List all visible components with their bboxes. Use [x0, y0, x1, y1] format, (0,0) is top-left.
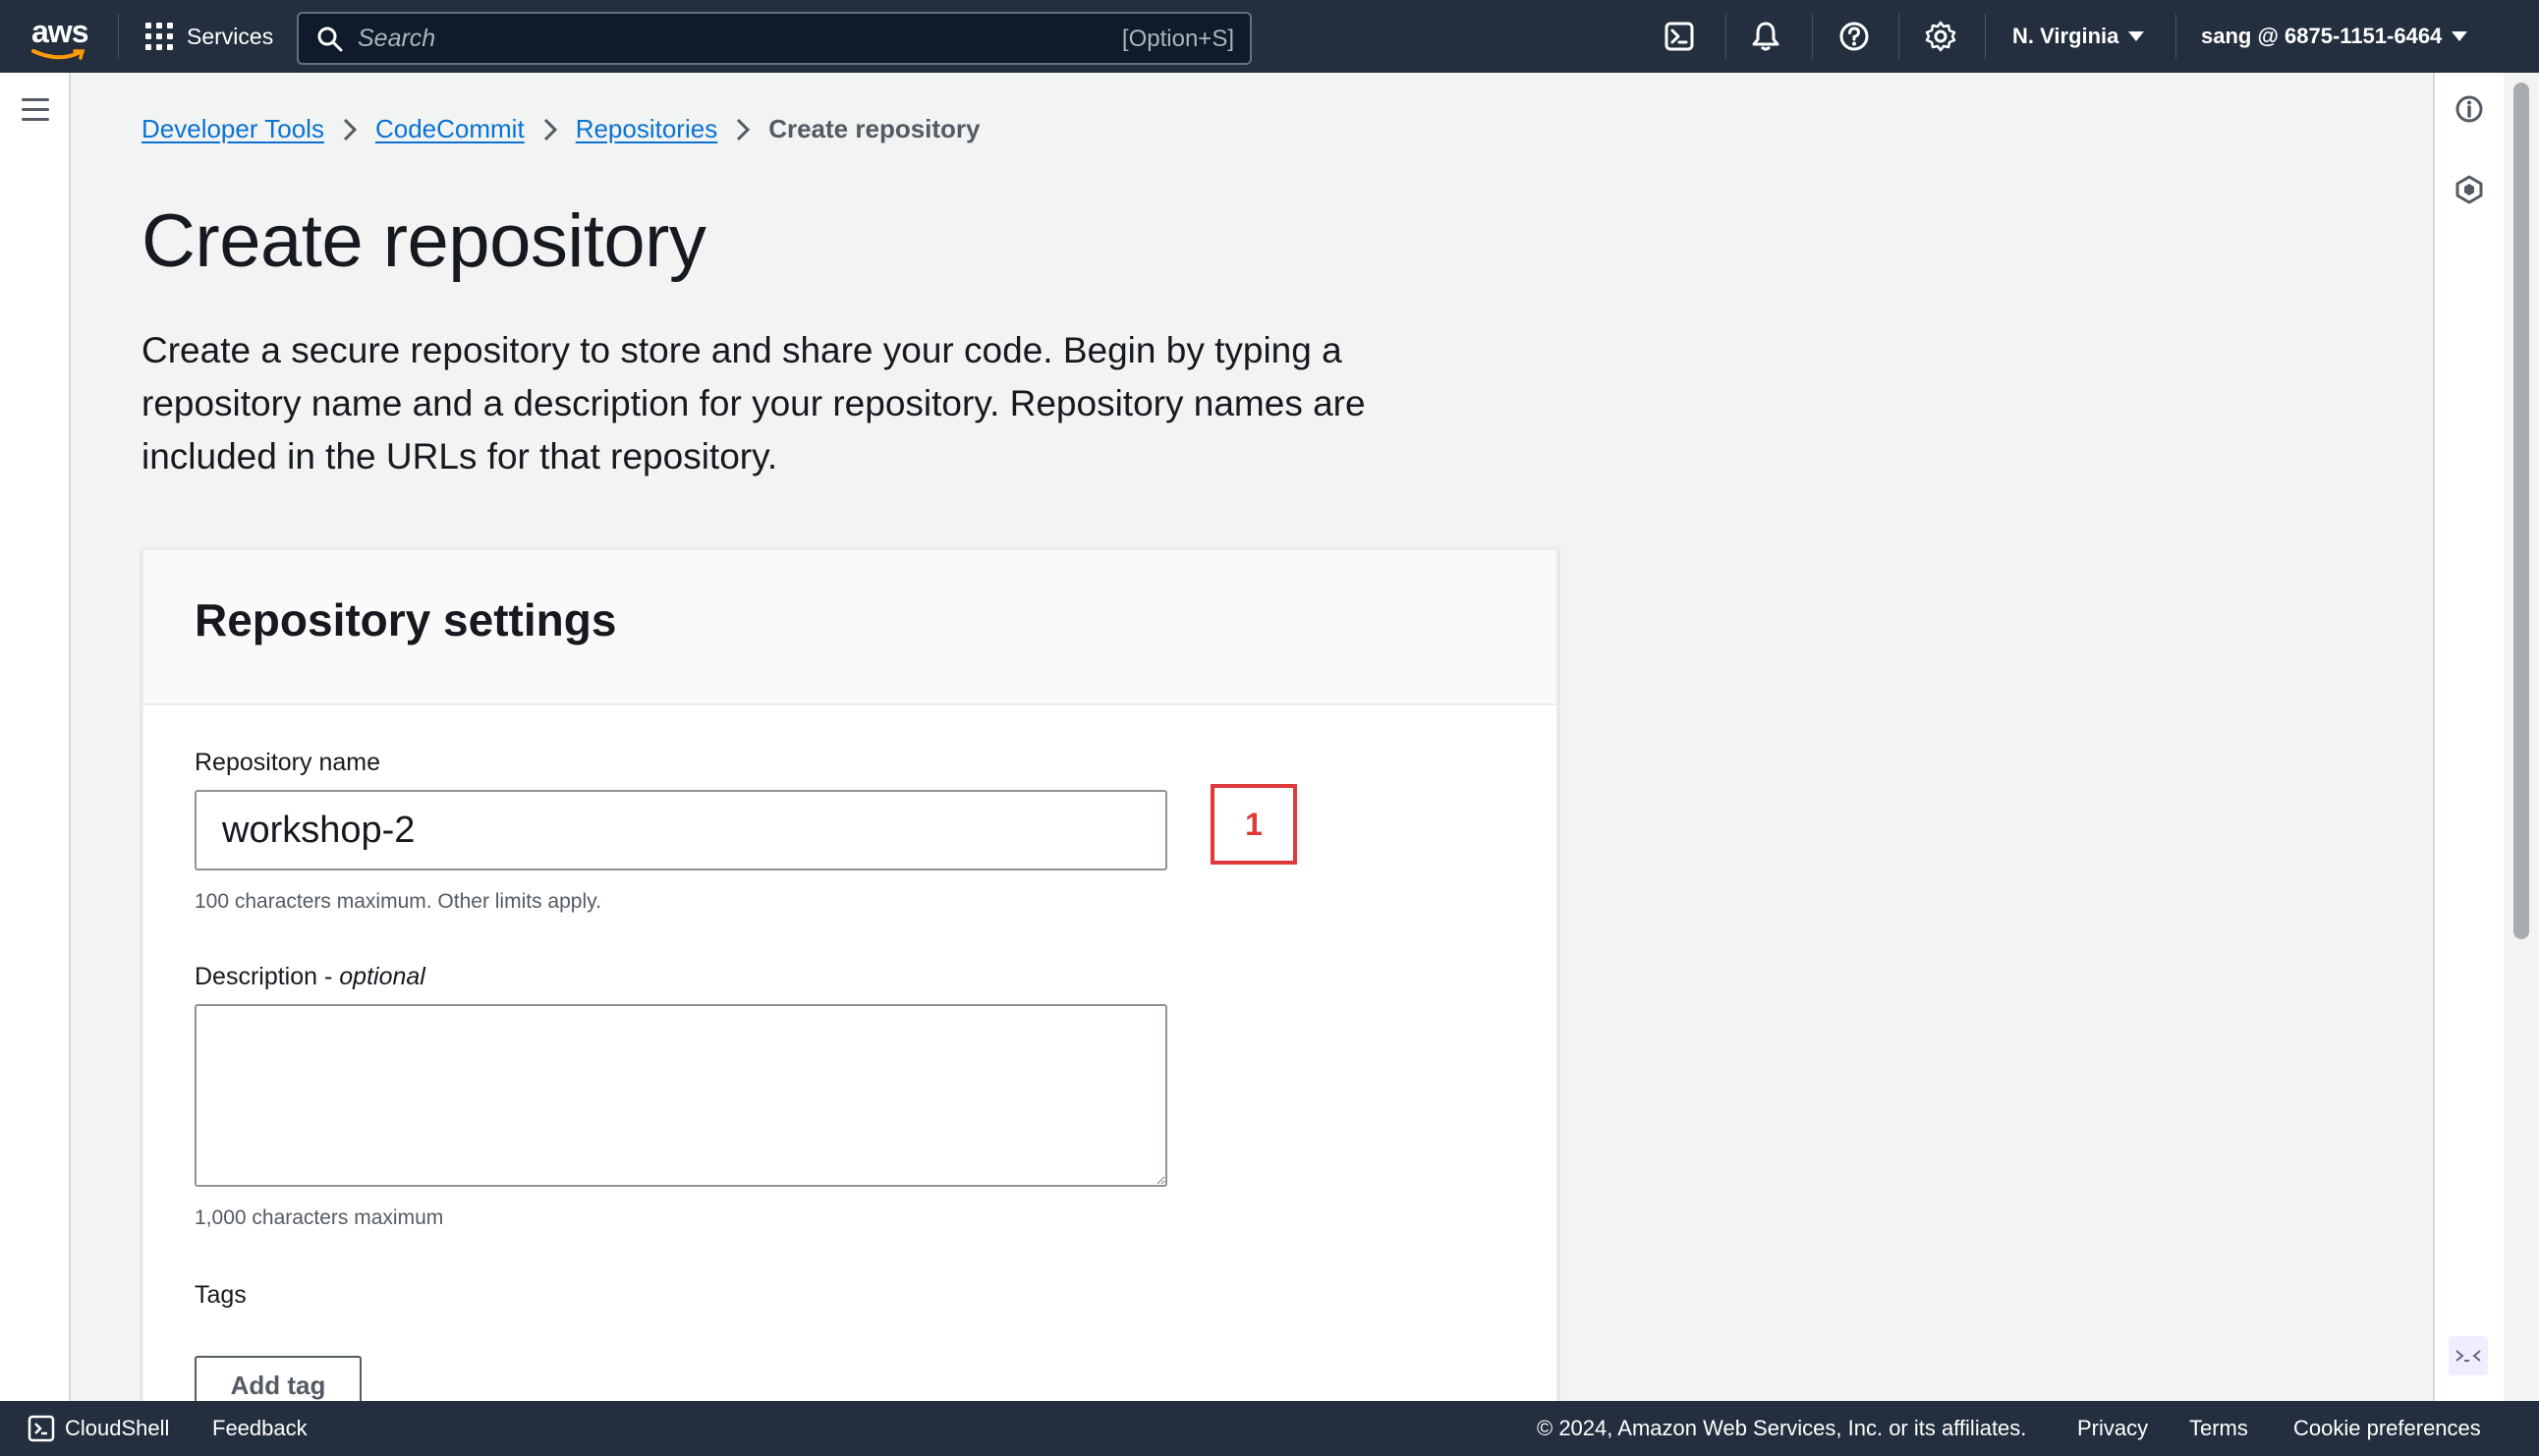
repository-name-label: Repository name	[195, 749, 380, 776]
q-assistant-icon[interactable]	[2449, 1336, 2488, 1375]
cookie-preferences-link[interactable]: Cookie preferences	[2293, 1401, 2481, 1456]
account-label: sang @ 6875-1151-6464	[2201, 24, 2443, 48]
description-label-text: Description -	[195, 963, 340, 990]
cloudshell-label: CloudShell	[65, 1416, 170, 1440]
search-shortcut-hint: [Option+S]	[1121, 26, 1234, 52]
chevron-right-icon	[542, 117, 558, 142]
search-input[interactable]	[358, 22, 1045, 55]
info-icon[interactable]	[2453, 92, 2486, 126]
cloudshell-icon	[28, 1415, 55, 1442]
add-tag-button[interactable]: Add tag	[195, 1356, 362, 1401]
copyright-text: © 2024, Amazon Web Services, Inc. or its…	[1537, 1416, 2027, 1440]
description-hint: 1,000 characters maximum	[195, 1206, 444, 1229]
breadcrumb-repositories[interactable]: Repositories	[576, 114, 718, 144]
nav-divider	[2175, 14, 2176, 59]
search-icon	[317, 27, 343, 52]
nav-divider	[118, 14, 119, 59]
nav-divider	[1985, 14, 1986, 59]
nav-divider	[1898, 14, 1899, 59]
annotation-marker: 1	[1211, 784, 1297, 865]
apps-grid-icon	[145, 23, 173, 50]
nav-divider	[1812, 14, 1813, 59]
chevron-right-icon	[342, 117, 358, 142]
breadcrumb-codecommit[interactable]: CodeCommit	[375, 114, 525, 144]
left-rail	[0, 73, 71, 1401]
right-rail	[2433, 73, 2504, 1401]
aws-smile-icon	[31, 49, 85, 60]
privacy-link[interactable]: Privacy	[2077, 1401, 2148, 1456]
breadcrumb: Developer Tools CodeCommit Repositories …	[141, 114, 981, 144]
account-menu[interactable]: sang @ 6875-1151-6464	[2201, 0, 2468, 73]
description-label: Description - optional	[195, 963, 425, 991]
vertical-scrollbar[interactable]	[2504, 73, 2539, 1401]
search-box[interactable]: [Option+S]	[297, 12, 1252, 65]
chevron-right-icon	[735, 117, 751, 142]
services-menu-button[interactable]: Services	[145, 0, 273, 73]
region-selector[interactable]: N. Virginia	[2012, 0, 2145, 73]
repository-name-input[interactable]	[195, 790, 1167, 870]
description-textarea[interactable]	[195, 1004, 1167, 1187]
gear-icon[interactable]	[1924, 20, 1957, 53]
chevron-down-icon	[2452, 31, 2468, 41]
top-navigation: aws Services [Option+S]	[0, 0, 2539, 73]
hexagon-icon[interactable]	[2453, 173, 2486, 206]
terms-link[interactable]: Terms	[2189, 1401, 2248, 1456]
footer: CloudShell Feedback © 2024, Amazon Web S…	[0, 1401, 2539, 1456]
description-optional-tag: optional	[339, 963, 425, 990]
page-title: Create repository	[141, 199, 706, 283]
cloudshell-button[interactable]: CloudShell	[28, 1401, 169, 1456]
bell-icon[interactable]	[1749, 20, 1782, 53]
breadcrumb-current: Create repository	[768, 114, 981, 143]
panel-header: Repository settings	[143, 550, 1556, 705]
main-content: Developer Tools CodeCommit Repositories …	[73, 73, 2433, 1401]
aws-logo-text: aws	[31, 14, 88, 49]
tags-label: Tags	[195, 1281, 247, 1309]
scrollbar-thumb[interactable]	[2510, 79, 2533, 943]
repository-name-hint: 100 characters maximum. Other limits app…	[195, 890, 601, 913]
feedback-link[interactable]: Feedback	[212, 1401, 308, 1456]
page-description: Create a secure repository to store and …	[141, 330, 1366, 476]
menu-icon[interactable]	[22, 98, 49, 128]
chevron-down-icon	[2128, 31, 2145, 41]
region-label: N. Virginia	[2012, 24, 2119, 48]
panel-title: Repository settings	[195, 594, 617, 645]
services-label: Services	[187, 23, 274, 49]
breadcrumb-developer-tools[interactable]: Developer Tools	[141, 114, 324, 144]
aws-logo[interactable]: aws	[28, 14, 90, 60]
repository-settings-panel: Repository settings Repository name 100 …	[141, 548, 1558, 1401]
cloudshell-icon[interactable]	[1663, 20, 1696, 53]
help-icon[interactable]	[1837, 20, 1871, 53]
nav-divider	[1725, 14, 1726, 59]
